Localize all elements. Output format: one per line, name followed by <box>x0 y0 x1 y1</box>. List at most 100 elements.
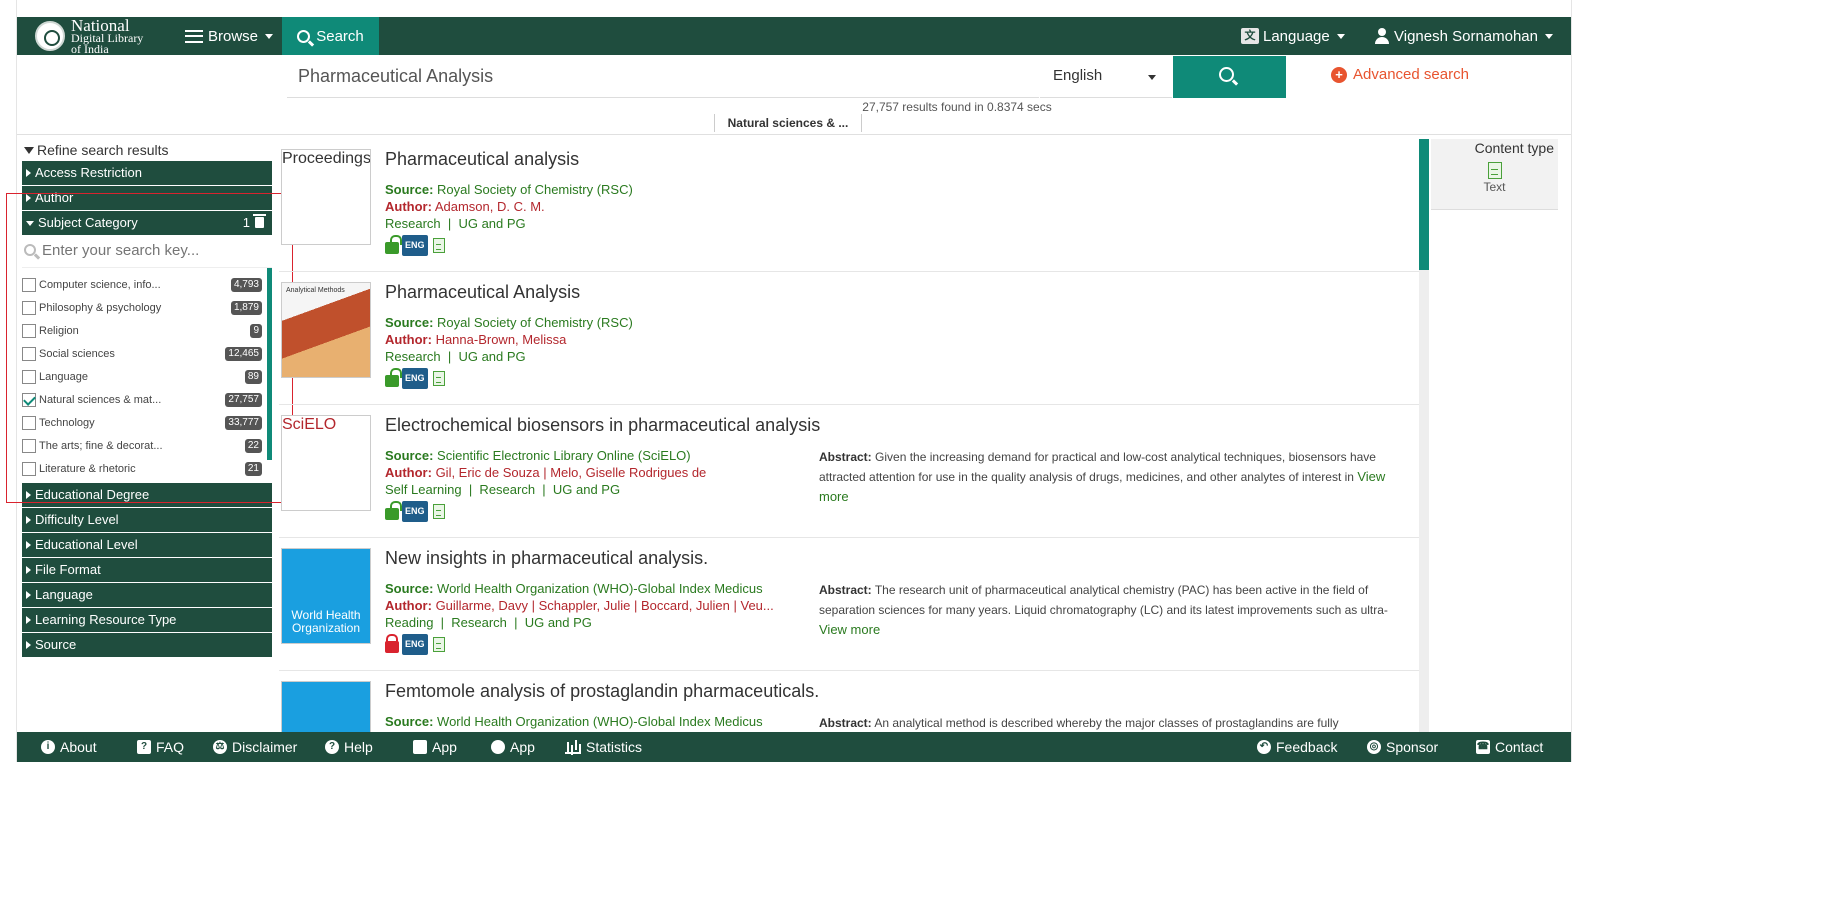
source-value[interactable]: Royal Society of Chemistry (RSC) <box>437 182 633 197</box>
result-thumbnail[interactable]: World Health Organization <box>281 548 371 644</box>
facet-source[interactable]: Source <box>22 633 272 657</box>
facet-educational-level[interactable]: Educational Level <box>22 533 272 557</box>
lock-closed-icon <box>385 633 399 653</box>
subject-item-label: Social sciences <box>39 347 115 360</box>
trash-icon[interactable] <box>253 214 266 228</box>
subject-search-box <box>22 236 272 268</box>
checkbox[interactable] <box>22 277 36 292</box>
facet-author[interactable]: Author <box>22 186 272 210</box>
ndli-logo[interactable]: National Digital Library of India <box>35 17 143 55</box>
checkbox[interactable] <box>22 392 36 407</box>
view-more-link[interactable]: View more <box>819 622 880 637</box>
result-title[interactable]: Femtomole analysis of prostaglandin phar… <box>385 681 819 702</box>
frame-left-border <box>16 0 17 762</box>
result-thumbnail[interactable]: Analytical Methods <box>281 282 371 378</box>
footer-contact-label: Contact <box>1495 739 1544 755</box>
caret-right-icon <box>26 194 31 202</box>
footer-contact[interactable]: ☎ Contact <box>1476 732 1543 762</box>
language-menu-button[interactable]: 文 Language <box>1241 17 1345 55</box>
browse-menu-button[interactable]: Browse <box>185 17 274 55</box>
content-type-text-label[interactable]: Text <box>1431 180 1558 194</box>
subject-item[interactable]: Philosophy & psychology 1,879 <box>22 296 272 319</box>
checkbox[interactable] <box>22 438 36 453</box>
document-icon <box>432 238 445 253</box>
facet-language[interactable]: Language <box>22 583 272 607</box>
facet-educational-degree[interactable]: Educational Degree <box>22 483 272 507</box>
document-icon[interactable] <box>1487 162 1502 179</box>
subject-item[interactable]: Social sciences 12,465 <box>22 342 272 365</box>
subject-item[interactable]: Natural sciences & mat... 27,757 <box>22 388 272 411</box>
source-value[interactable]: World Health Organization (WHO)-Global I… <box>437 714 763 729</box>
result-title[interactable]: Pharmaceutical analysis <box>385 149 579 170</box>
result-item: Proceedings Pharmaceutical analysis Source… <box>279 139 1419 272</box>
result-title[interactable]: Electrochemical biosensors in pharmaceut… <box>385 415 820 436</box>
footer-feedback[interactable]: ↶ Feedback <box>1257 732 1337 762</box>
footer-disclaimer[interactable]: ⚖ Disclaimer <box>213 732 297 762</box>
phone-icon: ☎ <box>1476 740 1490 754</box>
subject-item[interactable]: Computer science, info... 4,793 <box>22 273 272 296</box>
footer-about-label: About <box>60 739 97 755</box>
checkbox[interactable] <box>22 300 36 315</box>
facet-subject-category[interactable]: Subject Category 1 <box>22 211 272 235</box>
result-thumbnail[interactable] <box>281 681 371 733</box>
source-value[interactable]: Scientific Electronic Library Online (Sc… <box>437 448 691 463</box>
results-count: 27,757 results found in 0.8374 secs <box>862 100 1052 114</box>
source-value[interactable]: Royal Society of Chemistry (RSC) <box>437 315 633 330</box>
filter-icon <box>24 147 34 154</box>
facet-difficulty-level[interactable]: Difficulty Level <box>22 508 272 532</box>
subject-item-label: Computer science, info... <box>39 278 161 291</box>
caret-right-icon <box>26 516 31 524</box>
footer-sponsor[interactable]: ◎ Sponsor <box>1367 732 1438 762</box>
footer-app-ios[interactable]: App <box>491 732 535 762</box>
facet-learning-resource-type[interactable]: Learning Resource Type <box>22 608 272 632</box>
search-language-select[interactable]: English <box>1040 56 1172 98</box>
checkbox[interactable] <box>22 461 36 476</box>
subject-item-label: Technology <box>39 416 95 429</box>
user-menu-button[interactable]: Vignesh Sornamohan <box>1374 17 1553 55</box>
result-meta: Source: Royal Society of Chemistry (RSC)… <box>385 181 633 256</box>
abstract-text: Given the increasing demand for practica… <box>819 450 1376 484</box>
active-filter-breadcrumb[interactable]: Natural sciences & ... <box>714 114 862 132</box>
footer-help[interactable]: ? Help <box>325 732 373 762</box>
author-value[interactable]: Guillarme, Davy | Schappler, Julie | Boc… <box>436 598 774 613</box>
facet-label: Source <box>35 637 77 652</box>
author-value[interactable]: Gil, Eric de Souza | Melo, Giselle Rodri… <box>436 465 707 480</box>
checkbox[interactable] <box>22 415 36 430</box>
subject-item[interactable]: Language 89 <box>22 365 272 388</box>
source-label: Source: <box>385 581 434 596</box>
result-icons: ENG <box>385 234 633 256</box>
advanced-search-link[interactable]: + Advanced search <box>1331 66 1469 83</box>
facet-label: File Format <box>35 562 101 577</box>
subject-item[interactable]: Religion 9 <box>22 319 272 342</box>
divider <box>17 134 1571 135</box>
checkbox[interactable] <box>22 346 36 361</box>
checkbox[interactable] <box>22 323 36 338</box>
source-value[interactable]: World Health Organization (WHO)-Global I… <box>437 581 763 596</box>
result-title[interactable]: New insights in pharmaceutical analysis. <box>385 548 708 569</box>
author-value[interactable]: Adamson, D. C. M. <box>435 199 545 214</box>
subject-item-label: The arts; fine & decorat... <box>39 439 163 452</box>
search-submit-button[interactable] <box>1173 56 1286 98</box>
subject-item[interactable]: Literature & rhetoric 21 <box>22 457 272 480</box>
subject-search-input[interactable] <box>42 242 262 259</box>
author-value[interactable]: Hanna-Brown, Melissa <box>436 332 567 347</box>
footer-faq[interactable]: ? FAQ <box>137 732 184 762</box>
result-thumbnail[interactable]: SciELO <box>281 415 371 511</box>
result-title[interactable]: Pharmaceutical Analysis <box>385 282 580 303</box>
checkbox[interactable] <box>22 369 36 384</box>
facet-file-format[interactable]: File Format <box>22 558 272 582</box>
footer-statistics[interactable]: Statistics <box>565 732 642 762</box>
footer-app-ios-label: App <box>510 739 535 755</box>
footer-about[interactable]: i About <box>41 732 97 762</box>
result-meta: Source: Royal Society of Chemistry (RSC)… <box>385 314 633 389</box>
footer-app-android[interactable]: App <box>413 732 457 762</box>
subject-item[interactable]: The arts; fine & decorat... 22 <box>22 434 272 457</box>
subject-item[interactable]: Technology 33,777 <box>22 411 272 434</box>
search-input[interactable] <box>287 56 1039 98</box>
search-tab[interactable]: Search <box>282 17 379 55</box>
results-scrollbar-thumb[interactable] <box>1419 139 1429 270</box>
caret-right-icon <box>26 541 31 549</box>
result-thumbnail[interactable]: Proceedings <box>281 149 371 245</box>
facet-access-restriction[interactable]: Access Restriction <box>22 161 272 185</box>
user-name: Vignesh Sornamohan <box>1394 27 1538 45</box>
